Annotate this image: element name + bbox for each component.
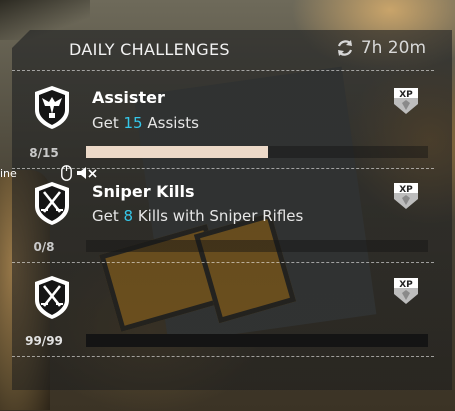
mute-icon (76, 167, 97, 179)
challenge-name: Assister (92, 88, 165, 107)
progress-fill (86, 146, 269, 158)
svg-text:XP: XP (399, 90, 413, 100)
divider (12, 356, 434, 357)
challenge-description: Get 8 Kills with Sniper Rifles (92, 207, 304, 225)
challenge-target-number: 15 (123, 114, 143, 132)
challenge-progress-bar (86, 240, 428, 252)
challenge-progress-bar (86, 146, 428, 158)
progress-fill (86, 334, 428, 347)
challenge-progress-count: 0/8 (33, 240, 55, 254)
svg-text:XP: XP (399, 185, 413, 195)
reset-timer: 7h 20m (335, 38, 426, 58)
xp-reward-icon: XP (394, 278, 418, 304)
xp-reward-icon: XP (394, 183, 418, 209)
svg-text:XP: XP (399, 280, 413, 290)
panel-header: DAILY CHALLENGES 7h 20m (12, 30, 440, 68)
mouse-icon (60, 165, 72, 181)
challenge-progress-count: 99/99 (25, 334, 63, 348)
crossed-swords-icon (35, 276, 69, 319)
challenge-progress-count: 8/15 (29, 146, 59, 160)
refresh-icon (337, 40, 352, 56)
challenge-description: Get 15 Assists (92, 114, 199, 132)
winged-emblem-icon (35, 86, 69, 129)
divider (12, 70, 434, 71)
crossed-swords-icon (35, 182, 69, 225)
divider (12, 262, 434, 263)
challenge-name: Sniper Kills (92, 182, 195, 201)
hint-text-fragment: ine (0, 166, 17, 180)
challenge-target-number: 8 (123, 207, 134, 225)
panel-title: DAILY CHALLENGES (69, 40, 230, 59)
timer-text: 7h 20m (360, 38, 426, 58)
xp-reward-icon: XP (394, 88, 418, 114)
challenge-progress-bar (86, 334, 428, 347)
